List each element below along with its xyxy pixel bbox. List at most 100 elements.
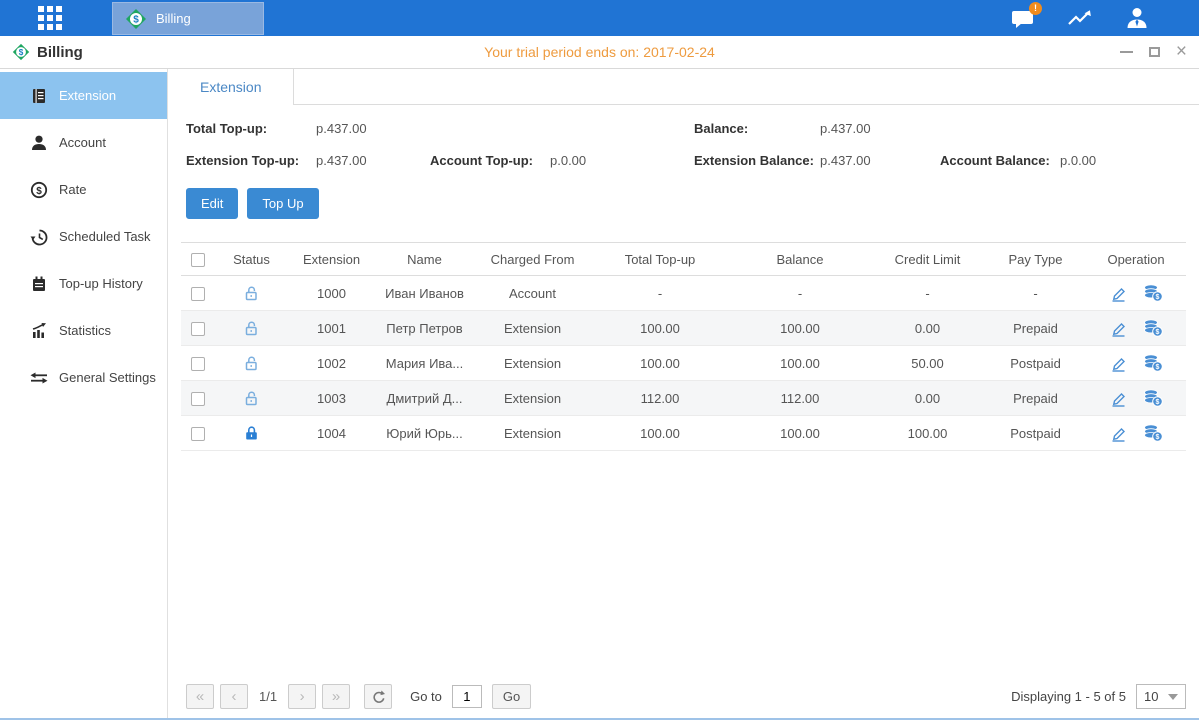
topbar-actions: ! [1011,7,1149,29]
main-content: Extension Total Top-up: p.437.00 Extensi… [168,69,1199,718]
row-checkbox[interactable] [191,392,205,406]
cell-pay-type: Postpaid [985,346,1086,381]
topup-extension-icon[interactable]: $ [1143,319,1163,337]
notepad-icon [30,275,48,293]
close-icon[interactable]: × [1176,44,1187,60]
cell-extension: 1000 [289,276,374,311]
tab-extension[interactable]: Extension [168,69,294,105]
user-icon [1125,7,1149,29]
svg-text:$: $ [1156,434,1160,441]
topbar-tab-label: Billing [156,11,191,26]
topup-extension-icon[interactable]: $ [1143,354,1163,372]
cell-charged-from: Extension [475,311,590,346]
header-balance: Balance [730,243,870,276]
page-size-value: 10 [1144,689,1158,704]
dropdown-caret-icon [1168,694,1178,700]
statistics-topbar-button[interactable] [1067,8,1093,28]
extension-topup-value: p.437.00 [316,153,430,168]
notification-badge: ! [1029,2,1042,15]
topbar-tab-billing[interactable]: $ Billing [112,2,264,35]
cell-pay-type: - [985,276,1086,311]
first-page-button[interactable]: « [186,684,214,709]
sidebar-item-extension[interactable]: Extension [0,72,167,119]
edit-button[interactable]: Edit [186,188,238,219]
cell-credit-limit: 100.00 [870,416,985,451]
table-row[interactable]: 1000 Иван Иванов Account - - - - [181,276,1186,311]
extension-balance-label: Extension Balance: [694,153,820,168]
bar-chart-icon [30,322,48,340]
cell-pay-type: Postpaid [985,416,1086,451]
go-button[interactable]: Go [492,684,531,709]
cell-charged-from: Extension [475,381,590,416]
goto-page-input[interactable] [452,685,482,708]
sidebar: Extension Account $ Rate [0,69,168,718]
table-row[interactable]: 1003 Дмитрий Д... Extension 112.00 112.0… [181,381,1186,416]
table-row[interactable]: 1004 Юрий Юрь... Extension 100.00 100.00… [181,416,1186,451]
cell-pay-type: Prepaid [985,311,1086,346]
refresh-button[interactable] [364,684,392,709]
row-checkbox[interactable] [191,357,205,371]
balance-label: Balance: [694,121,820,136]
edit-extension-icon[interactable] [1109,320,1128,337]
sidebar-item-label: Rate [59,182,86,197]
last-page-button[interactable]: » [322,684,350,709]
window-title: Billing [37,44,83,61]
header-credit-limit: Credit Limit [870,243,985,276]
sidebar-item-general-settings[interactable]: General Settings [0,354,167,401]
billing-logo-icon: $ [12,43,30,61]
topup-extension-icon[interactable]: $ [1143,424,1163,442]
sidebar-item-scheduled-task[interactable]: Scheduled Task [0,213,167,260]
sidebar-item-label: General Settings [59,370,156,385]
edit-extension-icon[interactable] [1109,390,1128,407]
cell-balance: - [730,276,870,311]
cell-pay-type: Prepaid [985,381,1086,416]
edit-extension-icon[interactable] [1109,285,1128,302]
sidebar-item-label: Account [59,135,106,150]
clock-history-icon [30,228,48,246]
select-all-checkbox[interactable] [191,253,205,267]
notifications-button[interactable]: ! [1011,8,1035,29]
person-icon [30,134,48,152]
sidebar-item-topup-history[interactable]: Top-up History [0,260,167,307]
edit-extension-icon[interactable] [1109,355,1128,372]
cell-total-topup: 100.00 [590,416,730,451]
sliders-icon [30,369,48,387]
next-page-button[interactable]: › [288,684,316,709]
edit-extension-icon[interactable] [1109,425,1128,442]
cell-balance: 112.00 [730,381,870,416]
account-balance-value: p.0.00 [1060,153,1096,168]
cell-total-topup: - [590,276,730,311]
app-launcher-icon[interactable] [38,6,62,30]
cell-name: Петр Петров [374,311,475,346]
svg-text:$: $ [1156,399,1160,406]
table-row[interactable]: 1001 Петр Петров Extension 100.00 100.00… [181,311,1186,346]
cell-extension: 1002 [289,346,374,381]
cell-name: Юрий Юрь... [374,416,475,451]
minimize-icon[interactable] [1120,44,1133,60]
page-indicator: 1/1 [259,689,277,704]
trial-notice: Your trial period ends on: 2017-02-24 [0,44,1199,60]
topup-extension-icon[interactable]: $ [1143,284,1163,302]
page-size-select[interactable]: 10 [1136,684,1186,709]
toolbar: Edit Top Up [186,188,1199,219]
sidebar-item-statistics[interactable]: Statistics [0,307,167,354]
row-checkbox[interactable] [191,322,205,336]
table-row[interactable]: 1002 Мария Ива... Extension 100.00 100.0… [181,346,1186,381]
prev-page-button[interactable]: ‹ [220,684,248,709]
status-lock-icon [243,284,260,299]
header-operation: Operation [1086,243,1186,276]
maximize-icon[interactable] [1149,44,1160,60]
row-checkbox[interactable] [191,427,205,441]
user-button[interactable] [1125,7,1149,29]
sidebar-item-account[interactable]: Account [0,119,167,166]
line-chart-icon [1067,8,1093,28]
sidebar-item-rate[interactable]: $ Rate [0,166,167,213]
cell-credit-limit: 0.00 [870,311,985,346]
top-up-button[interactable]: Top Up [247,188,318,219]
row-checkbox[interactable] [191,287,205,301]
topbar: $ Billing ! [0,0,1199,36]
topup-extension-icon[interactable]: $ [1143,389,1163,407]
account-balance-label: Account Balance: [940,153,1060,168]
ledger-icon [30,87,48,105]
cell-total-topup: 100.00 [590,311,730,346]
